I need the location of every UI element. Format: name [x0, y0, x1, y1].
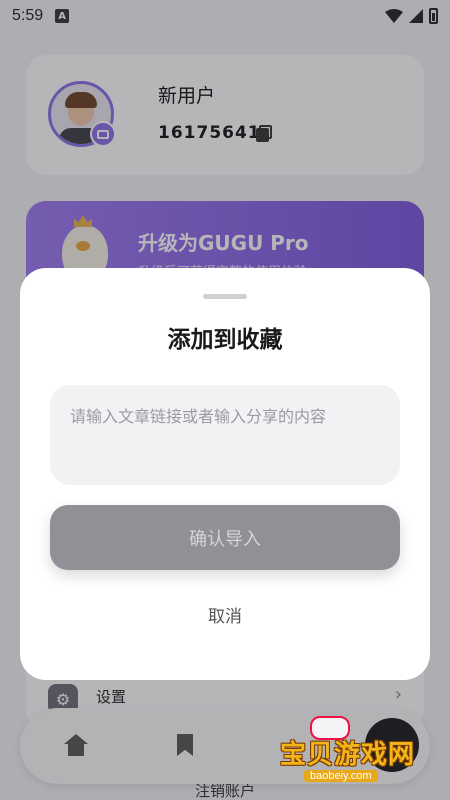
watermark: 宝贝游戏网 baobeiy.com	[270, 710, 420, 790]
cancel-button[interactable]: 取消	[175, 594, 275, 634]
link-input[interactable]	[50, 385, 400, 485]
dialog-title: 添加到收藏	[167, 327, 283, 353]
add-to-favorites-dialog: 添加到收藏 确认导入 取消	[20, 268, 430, 680]
confirm-import-button[interactable]: 确认导入	[50, 505, 400, 570]
watermark-url: baobeiy.com	[304, 770, 378, 782]
drag-handle[interactable]	[203, 294, 247, 299]
watermark-text: 宝贝游戏网	[280, 740, 416, 770]
